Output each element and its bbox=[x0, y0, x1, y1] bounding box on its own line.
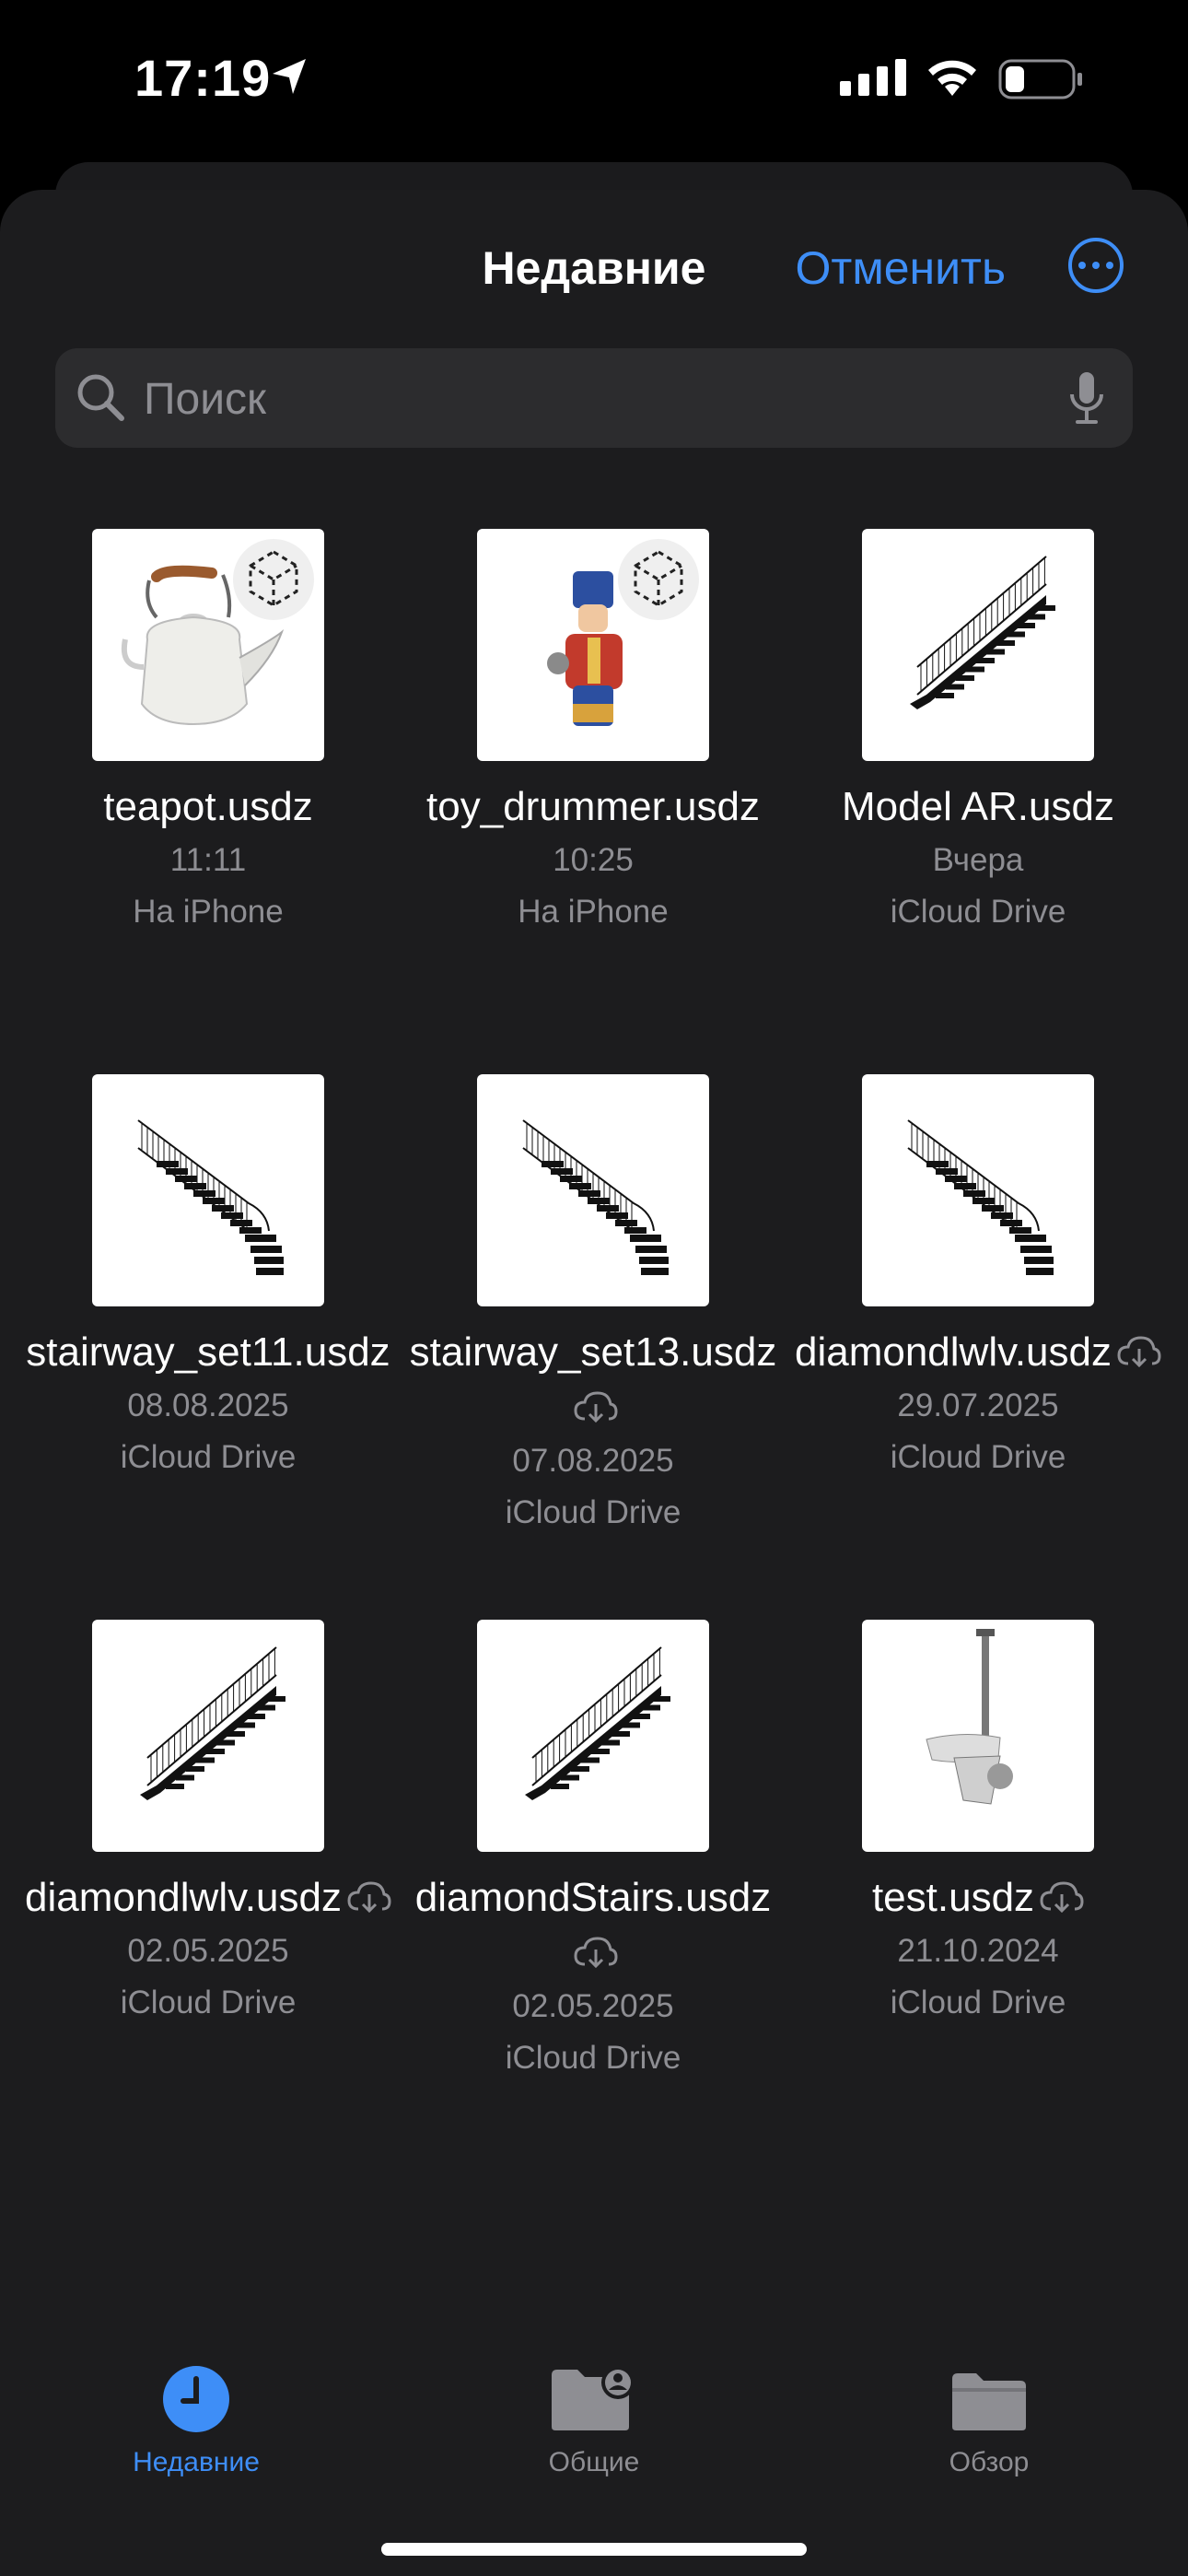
wifi-icon bbox=[928, 60, 976, 96]
battery-icon bbox=[998, 59, 1082, 100]
file-item[interactable]: diamondStairs.usdz 02.05.2025 iCloud Drive bbox=[401, 1620, 786, 2084]
tab-label: Недавние bbox=[133, 2447, 260, 2477]
file-date: 11:11 bbox=[169, 842, 247, 878]
file-thumbnail[interactable] bbox=[477, 529, 709, 761]
cancel-button[interactable]: Отменить bbox=[796, 241, 1006, 295]
cloud-download-icon[interactable] bbox=[574, 1391, 618, 1423]
file-date: Вчера bbox=[932, 842, 1024, 878]
file-thumbnail[interactable] bbox=[862, 529, 1094, 761]
location-arrow-icon bbox=[273, 59, 306, 94]
cellular-signal-icon bbox=[840, 59, 906, 96]
file-thumbnail[interactable] bbox=[862, 1620, 1094, 1852]
file-location: iCloud Drive bbox=[120, 1985, 297, 2020]
file-item[interactable]: diamondlwlv.usdz 02.05.2025 iCloud Drive bbox=[16, 1620, 401, 2029]
microphone-icon[interactable] bbox=[1068, 370, 1105, 426]
shared-folder-icon bbox=[552, 2366, 635, 2430]
file-location: iCloud Drive bbox=[890, 894, 1066, 930]
tab-browse[interactable]: Обзор bbox=[879, 2359, 1100, 2478]
file-date: 07.08.2025 bbox=[512, 1443, 674, 1479]
home-indicator bbox=[381, 2543, 807, 2556]
cloud-download-icon[interactable] bbox=[347, 1881, 391, 1913]
tab-label: Обзор bbox=[949, 2447, 1030, 2477]
ar-badge-icon bbox=[618, 539, 699, 620]
file-thumbnail[interactable] bbox=[92, 1074, 324, 1306]
file-location: iCloud Drive bbox=[505, 1494, 681, 1530]
tab-recents[interactable]: Недавние bbox=[86, 2359, 307, 2478]
tab-label: Общие bbox=[548, 2447, 640, 2477]
file-name: test.usdz bbox=[786, 1870, 1171, 1926]
cloud-download-icon[interactable] bbox=[574, 1937, 618, 1968]
search-input[interactable]: Поиск bbox=[144, 374, 266, 425]
file-item[interactable]: stairway_set11.usdz 08.08.2025 iCloud Driv… bbox=[16, 1074, 401, 1483]
file-location: На iPhone bbox=[133, 894, 284, 930]
file-name: stairway_set13.usdz bbox=[401, 1325, 786, 1435]
status-bar: 17:19 bbox=[0, 0, 1188, 166]
status-time: 17:19 bbox=[134, 49, 272, 107]
sheet-title: Недавние bbox=[482, 242, 706, 294]
file-name: toy_drummer.usdz bbox=[426, 784, 760, 829]
file-date: 02.05.2025 bbox=[512, 1988, 674, 2024]
file-thumbnail[interactable] bbox=[477, 1620, 709, 1852]
file-item[interactable]: stairway_set13.usdz 07.08.2025 iCloud Driv… bbox=[401, 1074, 786, 1539]
cloud-download-icon[interactable] bbox=[1040, 1881, 1084, 1913]
search-field[interactable]: Поиск bbox=[55, 348, 1133, 448]
file-name: teapot.usdz bbox=[103, 784, 313, 829]
file-location: iCloud Drive bbox=[120, 1439, 297, 1475]
file-location: iCloud Drive bbox=[505, 2040, 681, 2076]
file-location: iCloud Drive bbox=[890, 1439, 1066, 1475]
file-date: 21.10.2024 bbox=[897, 1933, 1059, 1969]
file-location: iCloud Drive bbox=[890, 1985, 1066, 2020]
file-thumbnail[interactable] bbox=[862, 1074, 1094, 1306]
file-thumbnail[interactable] bbox=[92, 1620, 324, 1852]
file-item[interactable]: test.usdz 21.10.2024 iCloud Drive bbox=[786, 1620, 1171, 2029]
file-name: diamondStairs.usdz bbox=[401, 1870, 786, 1981]
folder-icon bbox=[952, 2373, 1026, 2430]
file-date: 29.07.2025 bbox=[897, 1388, 1059, 1423]
tab-shared[interactable]: Общие bbox=[483, 2359, 705, 2478]
file-item[interactable]: diamondlwlv.usdz 29.07.2025 iCloud Drive bbox=[786, 1074, 1171, 1483]
file-date: 02.05.2025 bbox=[127, 1933, 289, 1969]
file-thumbnail[interactable] bbox=[477, 1074, 709, 1306]
clock-icon bbox=[163, 2366, 229, 2432]
file-item[interactable]: Model AR.usdz Вчера iCloud Drive bbox=[786, 529, 1171, 938]
file-item[interactable]: toy_drummer.usdz 10:25 На iPhone bbox=[401, 529, 786, 938]
file-name: diamondlwlv.usdz bbox=[786, 1325, 1171, 1380]
file-name: Model AR.usdz bbox=[842, 784, 1114, 829]
ellipsis-circle-icon[interactable] bbox=[1068, 238, 1124, 293]
file-name: diamondlwlv.usdz bbox=[16, 1870, 401, 1926]
search-icon bbox=[77, 374, 124, 421]
file-thumbnail[interactable] bbox=[92, 529, 324, 761]
file-name: stairway_set11.usdz bbox=[26, 1329, 390, 1375]
file-date: 08.08.2025 bbox=[127, 1388, 289, 1423]
file-date: 10:25 bbox=[553, 842, 634, 878]
file-item[interactable]: teapot.usdz 11:11 На iPhone bbox=[16, 529, 401, 938]
ar-badge-icon bbox=[233, 539, 314, 620]
file-picker-sheet: Недавние Отменить Поиск teapot.usdz 11:11… bbox=[0, 190, 1188, 2576]
file-location: На iPhone bbox=[518, 894, 669, 930]
cloud-download-icon[interactable] bbox=[1117, 1336, 1161, 1367]
